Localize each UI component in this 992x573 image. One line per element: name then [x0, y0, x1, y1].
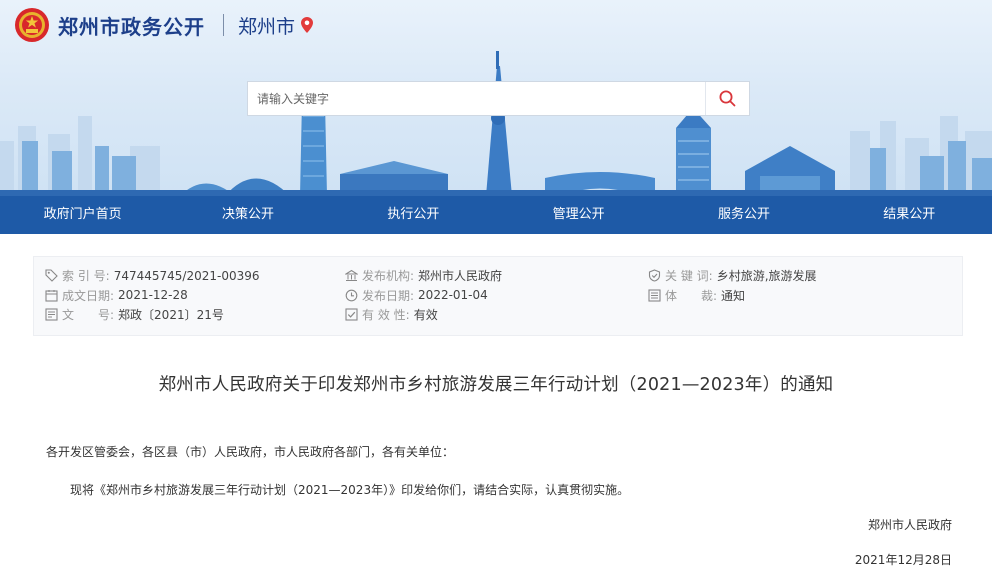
institution-icon [345, 270, 358, 282]
meta-publish-date: 发布日期: 2022-01-04 [345, 286, 502, 306]
meta-issuer: 发布机构: 郑州市人民政府 [345, 266, 502, 286]
list-document-icon [648, 289, 661, 302]
document-icon [45, 308, 58, 321]
document-title: 郑州市人民政府关于印发郑州市乡村旅游发展三年行动计划（2021—2023年）的通… [158, 375, 834, 395]
document-meta-box: 索 引 号: 747445745/2021-00396 成文日期: 2021-1… [33, 256, 963, 336]
tag-icon [45, 269, 58, 283]
search-input[interactable] [248, 82, 705, 115]
nav-item-decision[interactable]: 决策公开 [165, 196, 330, 234]
header-divider [223, 14, 224, 36]
search-icon [719, 90, 736, 107]
nav-item-service[interactable]: 服务公开 [661, 196, 826, 234]
meta-keywords: 关 键 词: 乡村旅游,旅游发展 [648, 266, 817, 286]
city-name[interactable]: 郑州市 [238, 12, 295, 39]
location-pin-icon[interactable] [301, 17, 314, 33]
site-title[interactable]: 郑州市政务公开 [58, 11, 205, 40]
document-signature: 郑州市人民政府 [867, 518, 952, 532]
search-box [247, 81, 750, 116]
meta-column-3: 关 键 词: 乡村旅游,旅游发展 体 裁: 通知 [648, 266, 817, 305]
document-body-paragraph: 现将《郑州市乡村旅游发展三年行动计划（2021—2023年）》印发给你们，请结合… [70, 483, 630, 497]
header-banner: 郑州市政务公开 郑州市 [0, 0, 992, 196]
meta-doc-no: 文 号: 郑政〔2021〕21号 [45, 305, 260, 325]
city-skyline-illustration [0, 51, 992, 196]
nav-item-portal-home[interactable]: 政府门户首页 [0, 196, 165, 234]
calendar-icon [45, 289, 58, 302]
meta-index-no: 索 引 号: 747445745/2021-00396 [45, 266, 260, 286]
document-date: 2021年12月28日 [854, 553, 952, 567]
nav-item-results[interactable]: 结果公开 [827, 196, 992, 234]
site-header: 郑州市政务公开 郑州市 [0, 0, 314, 50]
national-emblem-icon[interactable] [14, 7, 50, 43]
nav-item-execution[interactable]: 执行公开 [331, 196, 496, 234]
shield-check-icon [648, 269, 661, 282]
meta-created-date: 成文日期: 2021-12-28 [45, 286, 260, 306]
main-nav: 政府门户首页 决策公开 执行公开 管理公开 服务公开 结果公开 [0, 196, 992, 234]
meta-column-2: 发布机构: 郑州市人民政府 发布日期: 2022-01-04 有 效 性: 有效 [345, 266, 502, 325]
meta-validity: 有 效 性: 有效 [345, 305, 502, 325]
check-box-icon [345, 308, 358, 321]
document-salutation: 各开发区管委会，各区县（市）人民政府，市人民政府各部门，各有关单位： [46, 445, 455, 459]
meta-column-1: 索 引 号: 747445745/2021-00396 成文日期: 2021-1… [45, 266, 260, 325]
clock-icon [345, 289, 358, 302]
search-button[interactable] [705, 82, 749, 115]
nav-item-management[interactable]: 管理公开 [496, 196, 661, 234]
meta-genre: 体 裁: 通知 [648, 286, 817, 306]
